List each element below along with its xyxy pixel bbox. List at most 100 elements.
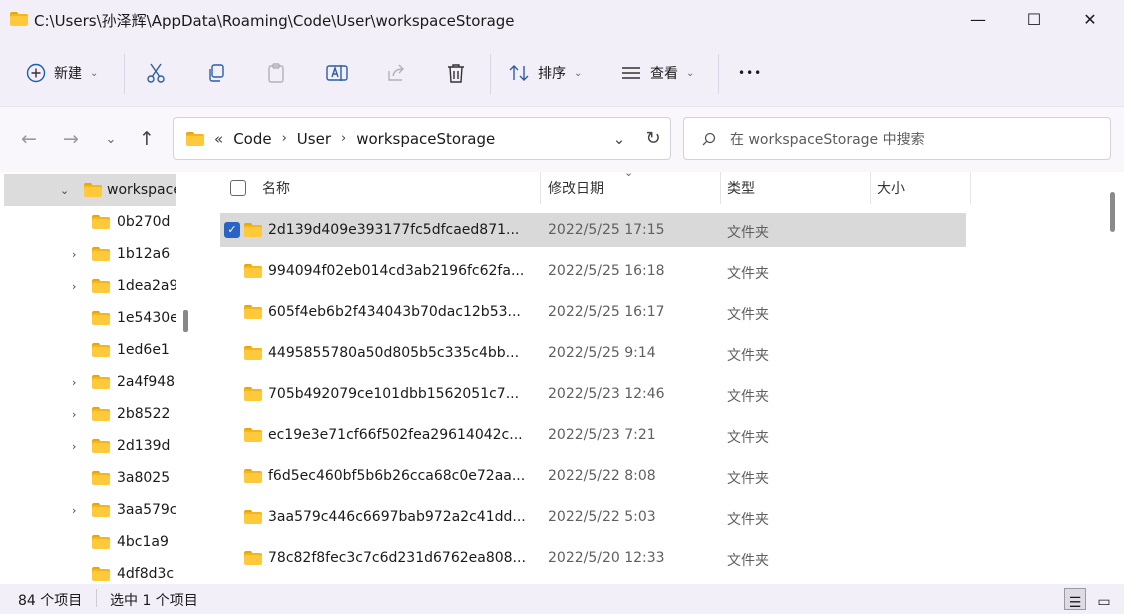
- folder-icon: [92, 535, 110, 549]
- folder-icon: [92, 215, 110, 229]
- file-row[interactable]: 78c82f8fec3c7c6d231d6762ea808... 2022/5/…: [220, 541, 966, 575]
- sort-button[interactable]: 排序 ⌄: [508, 58, 582, 88]
- folder-icon: [84, 183, 102, 197]
- scrollbar-thumb[interactable]: [1110, 192, 1115, 232]
- selection-count: 选中 1 个项目: [110, 593, 198, 609]
- back-button[interactable]: ←: [14, 127, 44, 151]
- file-list-scrollbar[interactable]: [1108, 172, 1124, 584]
- refresh-icon[interactable]: ↻: [636, 128, 670, 149]
- file-row[interactable]: 705b492079ce101dbb1562051c7... 2022/5/23…: [220, 377, 966, 411]
- tree-item[interactable]: › 2d139d: [0, 430, 176, 462]
- folder-icon: [92, 279, 110, 293]
- chevron-right-icon: ›: [72, 279, 77, 293]
- file-row[interactable]: ✓ 2d139d409e393177fc5dfcaed871... 2022/5…: [220, 213, 966, 247]
- tree-item[interactable]: › 2a4f948: [0, 366, 176, 398]
- folder-icon: [186, 131, 204, 146]
- share-icon: [388, 64, 404, 81]
- title-bar: C:\Users\孙泽辉\AppData\Roaming\Code\User\w…: [0, 0, 1124, 38]
- file-row[interactable]: ec19e3e71cf66f502fea29614042c... 2022/5/…: [220, 418, 966, 452]
- column-header-date[interactable]: 修改日期: [548, 172, 604, 204]
- file-row[interactable]: 994094f02eb014cd3ab2196fc62fa... 2022/5/…: [220, 254, 966, 288]
- command-bar: 新建 ⌄ 排序 ⌄ 查看 ⌄ •••: [0, 38, 1124, 106]
- file-row[interactable]: 3aa579c446c6697bab972a2c41dd... 2022/5/2…: [220, 500, 966, 534]
- file-row[interactable]: f6d5ec460bf5b6b26cca68c0e72aa... 2022/5/…: [220, 459, 966, 493]
- tree-item[interactable]: 3a8025: [0, 462, 176, 494]
- folder-icon: [244, 264, 262, 278]
- navigation-pane[interactable]: ⌄ workspace 0b270d › 1b12a6 › 1dea2a9 1e54…: [0, 172, 176, 584]
- new-button[interactable]: 新建 ⌄: [26, 58, 98, 88]
- view-list-icon: [622, 67, 640, 79]
- folder-icon: [92, 567, 110, 581]
- file-row[interactable]: 605f4eb6b2f434043b70dac12b53... 2022/5/2…: [220, 295, 966, 329]
- breadcrumb-code[interactable]: Code: [233, 130, 271, 148]
- view-button[interactable]: 查看 ⌄: [620, 58, 694, 88]
- folder-icon: [244, 551, 262, 565]
- scissors-icon: [147, 63, 165, 83]
- tree-item[interactable]: › 2b8522: [0, 398, 176, 430]
- folder-icon: [92, 311, 110, 325]
- tiles-view-icon: ▭: [1097, 594, 1111, 610]
- address-bar[interactable]: « Code › User › workspaceStorage ⌄ ↻: [173, 117, 671, 160]
- breadcrumb-workspacestorage[interactable]: workspaceStorage: [356, 130, 495, 148]
- tree-item[interactable]: 1ed6e1: [0, 334, 176, 366]
- pane-splitter[interactable]: [176, 172, 196, 584]
- column-header-type[interactable]: 类型: [727, 172, 755, 204]
- chevron-right-icon: ›: [72, 375, 77, 389]
- tree-item[interactable]: 0b270d: [0, 206, 176, 238]
- close-button[interactable]: ✕: [1062, 0, 1118, 38]
- copy-button[interactable]: [206, 58, 226, 88]
- search-input[interactable]: 在 workspaceStorage 中搜索: [683, 117, 1111, 160]
- column-header-name[interactable]: 名称: [262, 172, 290, 204]
- rename-icon: [326, 65, 348, 81]
- arrow-up-icon: ↑: [139, 128, 155, 150]
- folder-icon: [92, 407, 110, 421]
- details-view-button[interactable]: ☰: [1064, 588, 1086, 611]
- recent-locations-button[interactable]: ⌄: [96, 127, 126, 151]
- breadcrumb-overflow[interactable]: «: [214, 130, 223, 148]
- folder-icon: [244, 387, 262, 401]
- folder-icon: [92, 471, 110, 485]
- rename-button[interactable]: [326, 58, 348, 88]
- chevron-right-icon: ›: [72, 503, 77, 517]
- tiles-view-button[interactable]: ▭: [1093, 588, 1115, 610]
- share-button[interactable]: [386, 58, 406, 88]
- sort-icon: [509, 65, 529, 81]
- address-history-button[interactable]: ⌄: [602, 130, 636, 148]
- tree-item[interactable]: › 1b12a6: [0, 238, 176, 270]
- maximize-button[interactable]: ☐: [1006, 0, 1062, 38]
- details-view-icon: ☰: [1068, 595, 1082, 611]
- tree-item[interactable]: › 1dea2a9: [0, 270, 176, 302]
- minimize-button[interactable]: —: [950, 0, 1006, 38]
- column-header-size[interactable]: 大小: [877, 172, 905, 204]
- search-placeholder: 在 workspaceStorage 中搜索: [730, 131, 925, 148]
- paste-button[interactable]: [266, 58, 286, 88]
- delete-button[interactable]: [446, 58, 466, 88]
- tree-item[interactable]: 4bc1a9: [0, 526, 176, 558]
- select-all-checkbox[interactable]: [230, 172, 246, 204]
- plus-circle-icon: [26, 63, 46, 83]
- more-icon: •••: [738, 66, 763, 80]
- breadcrumb-user[interactable]: User: [297, 130, 331, 148]
- row-checkbox[interactable]: ✓: [224, 222, 240, 238]
- tree-scrollbar-thumb[interactable]: [183, 310, 188, 332]
- chevron-down-icon: ⌄: [574, 67, 583, 79]
- folder-icon: [244, 510, 262, 524]
- more-options-button[interactable]: •••: [738, 58, 762, 88]
- tree-item[interactable]: › 3aa579c: [0, 494, 176, 526]
- folder-icon: [244, 469, 262, 483]
- forward-button[interactable]: →: [56, 127, 86, 151]
- checkbox[interactable]: [230, 180, 246, 196]
- tree-item-workspace[interactable]: ⌄ workspace: [4, 174, 176, 206]
- tree-item[interactable]: 1e5430e: [0, 302, 176, 334]
- folder-icon: [244, 346, 262, 360]
- sort-indicator-icon: ⌄: [624, 172, 634, 179]
- chevron-down-icon: ⌄: [60, 183, 70, 197]
- up-button[interactable]: ↑: [132, 127, 162, 151]
- file-row[interactable]: 4495855780a50d805b5c335c4bb... 2022/5/25…: [220, 336, 966, 370]
- folder-icon: [92, 503, 110, 517]
- copy-icon: [209, 64, 224, 82]
- tree-item[interactable]: 4df8d3c: [0, 558, 176, 584]
- new-label: 新建: [54, 66, 82, 82]
- folder-icon: [244, 223, 262, 237]
- cut-button[interactable]: [146, 58, 166, 88]
